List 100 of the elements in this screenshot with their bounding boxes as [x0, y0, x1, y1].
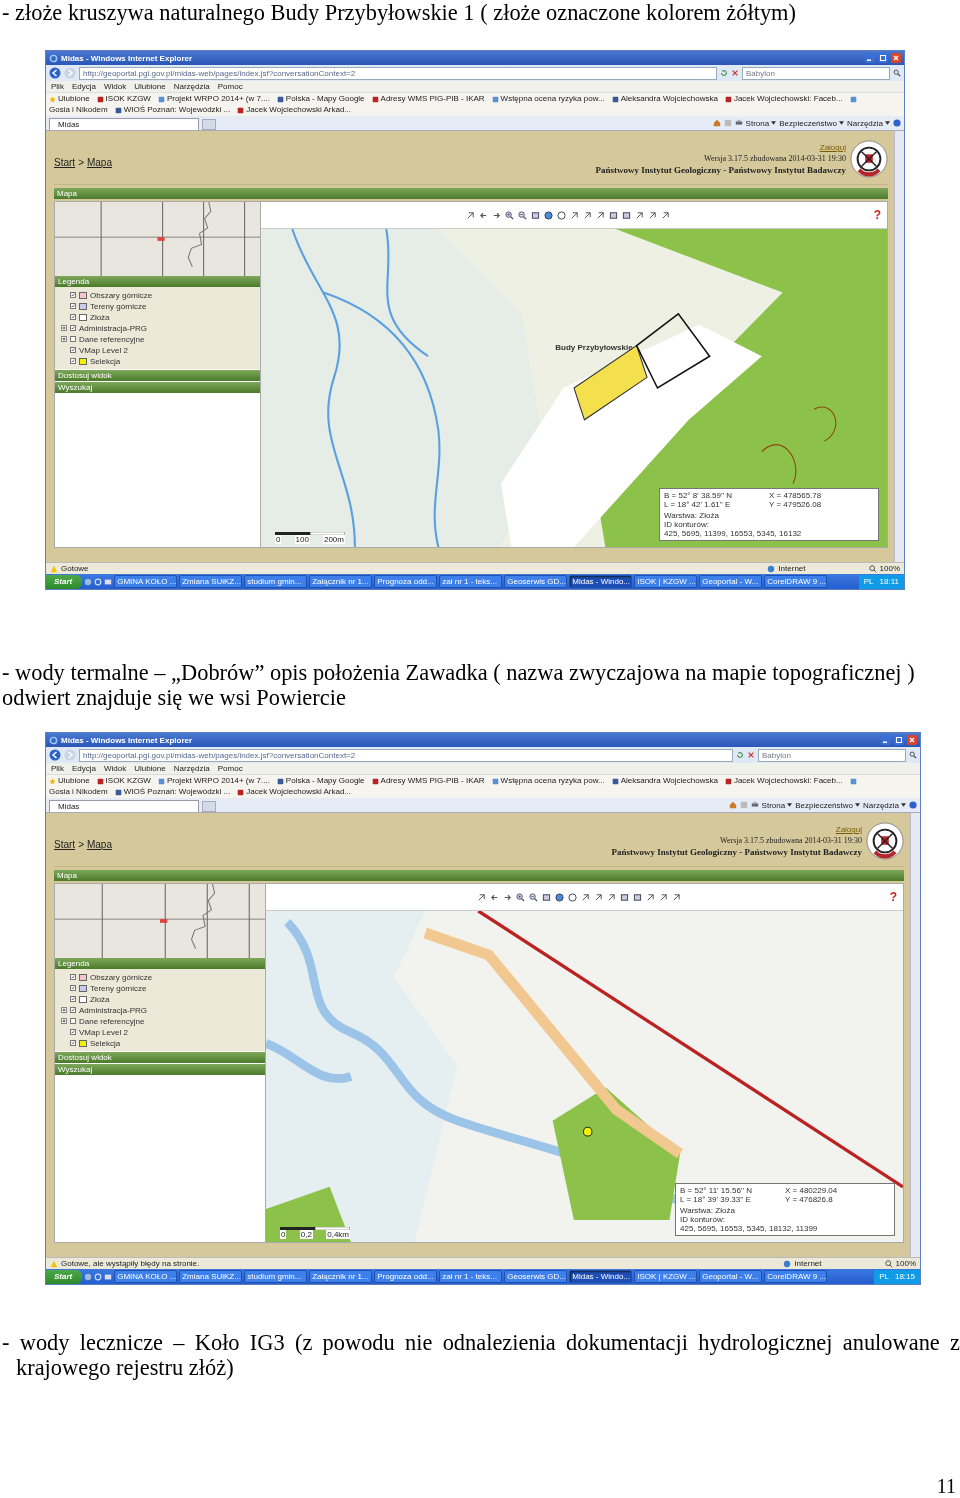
help-link[interactable]: ? [889, 890, 897, 904]
taskbar-button[interactable]: Załącznik nr 1... [309, 1270, 373, 1283]
menu-item[interactable]: Plik [51, 82, 64, 91]
section-header[interactable]: Dostosuj widok [55, 370, 260, 381]
favorite-link[interactable]: WIOŚ Poznań: Wojewódzki ... [123, 787, 231, 797]
home-icon[interactable] [728, 801, 737, 809]
layer-checkbox[interactable] [70, 1029, 76, 1035]
stop-icon[interactable] [731, 69, 739, 77]
menu-item[interactable]: Edycja [71, 764, 96, 773]
taskbar-button[interactable]: studium gmin... [244, 1270, 308, 1283]
menu-item[interactable]: Narzędzia [173, 82, 210, 91]
taskbar-button[interactable]: Geoportal - W... [699, 575, 763, 588]
scrollbar[interactable] [910, 813, 920, 1257]
taskbar-button[interactable]: CorelDRAW 9 ... [764, 575, 828, 588]
favorite-link[interactable]: Adresy WMS PIG-PIB - IKAR [380, 94, 485, 104]
favorite-link[interactable]: Jacek Wojciechowski: Faceb... [733, 94, 843, 104]
taskbar-button[interactable]: Geoserwis GD... [504, 1270, 568, 1283]
taskbar-button[interactable]: Midas - Windo... [569, 575, 633, 588]
address-field[interactable]: http://geoportal.pgi.gov.pl/midas-web/pages/index.jsf?conversationContext=2 [79, 66, 717, 80]
help-icon[interactable] [893, 119, 901, 127]
minimize-icon[interactable] [865, 53, 875, 63]
scrollbar[interactable] [894, 131, 904, 562]
layer-checkbox[interactable] [70, 1007, 76, 1013]
taskbar-button[interactable]: ISOK | KZGW ... [634, 575, 698, 588]
menu-item[interactable]: Plik [51, 764, 64, 773]
browser-tab[interactable]: Midas [49, 118, 199, 130]
help-link[interactable]: ? [873, 208, 881, 222]
search-field[interactable]: Babylon [742, 66, 890, 80]
layer-checkbox[interactable] [70, 1018, 76, 1024]
layer-checkbox[interactable] [70, 314, 76, 320]
menu-item[interactable]: Narzędzia [173, 764, 210, 773]
globe-icon[interactable] [554, 892, 564, 902]
expand-icon[interactable] [61, 325, 67, 331]
layer-checkbox[interactable] [70, 336, 76, 342]
menu-item[interactable]: Pomoc [217, 764, 243, 773]
favorite-link[interactable]: Ulubione [58, 94, 90, 104]
close-icon[interactable] [891, 53, 901, 63]
arrow-right-icon[interactable] [502, 892, 512, 902]
taskbar-button[interactable]: studium gmin... [244, 575, 308, 588]
expand-icon[interactable] [61, 336, 67, 342]
arrow-left-icon[interactable] [479, 210, 489, 220]
arrow-right-icon[interactable] [492, 210, 502, 220]
breadcrumb-link[interactable]: Start [54, 156, 76, 168]
breadcrumb-link[interactable]: Mapa [86, 838, 112, 850]
taskbar-button[interactable]: Prognoza odd... [374, 575, 438, 588]
layer-checkbox[interactable] [70, 292, 76, 298]
taskbar-button[interactable]: Geoserwis GD... [504, 575, 568, 588]
favorite-link[interactable]: Ulubione [58, 776, 90, 786]
menu-item[interactable]: Ulubione [134, 82, 166, 91]
expand-icon[interactable] [61, 1007, 67, 1013]
favorite-link[interactable]: ISOK KZGW [105, 94, 151, 104]
favorite-link[interactable]: Wstępna ocena ryzyka pow... [500, 94, 605, 104]
zoom-out-icon[interactable] [528, 892, 538, 902]
minimize-icon[interactable] [881, 735, 891, 745]
help-icon[interactable] [909, 801, 917, 809]
menu-item[interactable]: Widok [103, 82, 127, 91]
command-menu[interactable]: Narzędzia [847, 118, 890, 128]
favorite-link[interactable]: ISOK KZGW [105, 776, 151, 786]
menu-item[interactable]: Ulubione [134, 764, 166, 773]
login-link[interactable]: Zaloguj [819, 143, 846, 152]
refresh-icon[interactable] [720, 69, 728, 77]
taskbar-button[interactable]: ISOK | KZGW ... [634, 1270, 698, 1283]
command-menu[interactable]: Bezpieczeństwo [795, 800, 860, 810]
layer-checkbox[interactable] [70, 347, 76, 353]
layer-checkbox[interactable] [70, 996, 76, 1002]
favorite-link[interactable]: Aleksandra Wojciechowska [620, 94, 718, 104]
stop-icon[interactable] [747, 751, 755, 759]
taskbar-button[interactable]: zał nr 1 - teks... [439, 1270, 503, 1283]
zoom-in-icon[interactable] [515, 892, 525, 902]
breadcrumb-link[interactable]: Start [54, 838, 76, 850]
start-button[interactable]: Start [46, 1269, 83, 1284]
layer-checkbox[interactable] [70, 358, 76, 364]
layer-checkbox[interactable] [70, 1040, 76, 1046]
search-icon[interactable] [893, 69, 901, 77]
command-menu[interactable]: Strona [761, 800, 793, 810]
menu-item[interactable]: Pomoc [217, 82, 243, 91]
taskbar-button[interactable]: zał nr 1 - teks... [439, 575, 503, 588]
expand-icon[interactable] [61, 1018, 67, 1024]
taskbar-button[interactable]: Prognoza odd... [374, 1270, 438, 1283]
search-icon[interactable] [909, 751, 917, 759]
zoom-level-text[interactable]: 100% [879, 564, 900, 573]
maximize-icon[interactable] [894, 735, 904, 745]
search-field[interactable]: Babylon [758, 748, 906, 762]
section-header[interactable]: Wyszukaj [55, 1064, 265, 1075]
favorite-link[interactable]: Projekt WRPO 2014+ (w 7.... [166, 776, 270, 786]
taskbar-button[interactable]: GMINA KOŁO ... [114, 575, 178, 588]
menu-item[interactable]: Widok [103, 764, 127, 773]
zoom-in-icon[interactable] [505, 210, 515, 220]
taskbar-button[interactable]: Midas - Windo... [569, 1270, 633, 1283]
favorite-link[interactable]: Polska - Mapy Google [285, 94, 365, 104]
favorite-link[interactable]: Projekt WRPO 2014+ (w 7.... [166, 94, 270, 104]
address-field[interactable]: http://geoportal.pgi.gov.pl/midas-web/pages/index.jsf?conversationContext=2 [79, 748, 733, 762]
favorite-link[interactable]: WIOŚ Poznań: Wojewódzki ... [123, 105, 231, 115]
browser-tab[interactable]: Midas [49, 800, 199, 812]
zoom-icon[interactable] [884, 1259, 893, 1268]
command-menu[interactable]: Strona [745, 118, 777, 128]
layer-checkbox[interactable] [70, 303, 76, 309]
favorite-link[interactable]: Polska - Mapy Google [285, 776, 365, 786]
favorite-link[interactable]: Wstępna ocena ryzyka pow... [500, 776, 605, 786]
zoom-level-text[interactable]: 100% [895, 1259, 916, 1268]
